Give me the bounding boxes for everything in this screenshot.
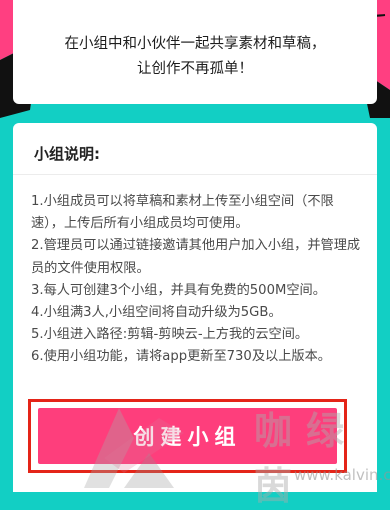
group-info-title: 小组说明: bbox=[34, 145, 100, 163]
create-button-highlight: 创建小组 bbox=[28, 399, 347, 473]
rule-item: 5.小组进入路径:剪辑-剪映云-上方我的云空间。 bbox=[31, 327, 309, 343]
rule-item: 2.管理员可以通过链接邀请其他用户加入小组，并管理成员的文件使用权限。 bbox=[31, 238, 361, 276]
create-group-button[interactable]: 创建小组 bbox=[38, 408, 337, 464]
rules-list: 1.小组成员可以将草稿和素材上传至小组空间（不限速），上传后所有小组成员均可使用… bbox=[31, 191, 363, 369]
rule-item: 4.小组满3人,小组空间将自动升级为5GB。 bbox=[31, 305, 282, 321]
rule-item: 1.小组成员可以将草稿和素材上传至小组空间（不限速），上传后所有小组成员均可使用… bbox=[31, 194, 334, 232]
create-group-label: 创建小组 bbox=[133, 425, 242, 449]
intro-line-2: 让创作不再孤单！ bbox=[137, 61, 253, 77]
rule-item: 3.每人可创建3个小组，并具有免费的500M空间。 bbox=[31, 282, 326, 298]
intro-line-1: 在小组中和小伙伴一起共享素材和草稿， bbox=[64, 36, 326, 52]
rule-item: 6.使用小组功能，请将app更新至730及以上版本。 bbox=[31, 349, 331, 365]
section-divider bbox=[13, 174, 377, 175]
intro-card: 在小组中和小伙伴一起共享素材和草稿， 让创作不再孤单！ bbox=[13, 0, 377, 104]
